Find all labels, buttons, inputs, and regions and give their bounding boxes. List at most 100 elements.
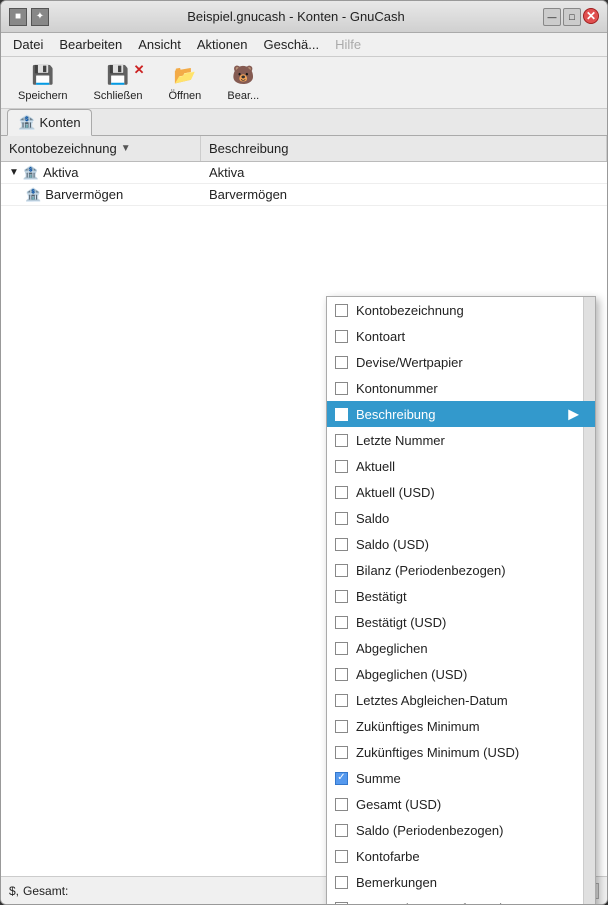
close-file-icon: 💾 <box>106 64 130 88</box>
dropdown-item-aktuell-usd[interactable]: Aktuell (USD) <box>327 479 595 505</box>
col-header-kontobezeichnung[interactable]: Kontobezeichnung ▼ <box>1 136 201 161</box>
dropdown-item-letzte-nummer[interactable]: Letzte Nummer <box>327 427 595 453</box>
toolbar-bear[interactable]: 🐻 Bear... <box>218 59 268 107</box>
dropdown-item-bestaetigt[interactable]: Bestätigt <box>327 583 595 609</box>
dropdown-item-kontonummer[interactable]: Kontonummer <box>327 375 595 401</box>
close-button[interactable]: ✕ <box>583 8 599 24</box>
dropdown-label-zukuenftiges-min: Zukünftiges Minimum <box>356 719 480 734</box>
checkbox-kontobezeichnung[interactable] <box>335 304 348 317</box>
window-controls: — □ ✕ <box>543 8 599 26</box>
currency-symbol: $, <box>9 884 19 898</box>
dropdown-label-bemerkungen: Bemerkungen <box>356 875 437 890</box>
menu-geschaeft[interactable]: Geschä... <box>255 35 327 54</box>
checkbox-bestaetigt-usd[interactable] <box>335 616 348 629</box>
checkbox-aktuell[interactable] <box>335 460 348 473</box>
dropdown-item-beschreibung[interactable]: Beschreibung▶ <box>327 401 595 427</box>
minimize-button[interactable]: — <box>543 8 561 26</box>
tab-konten[interactable]: 🏦 Konten <box>7 109 92 136</box>
checkbox-abgeglichen-usd[interactable] <box>335 668 348 681</box>
save-icon: 💾 <box>31 64 55 88</box>
checkbox-letztes-abgleichen[interactable] <box>335 694 348 707</box>
checkbox-letzte-nummer[interactable] <box>335 434 348 447</box>
toolbar-bear-label: Bear... <box>227 90 259 102</box>
maximize-button[interactable]: □ <box>563 8 581 26</box>
checkbox-devise[interactable] <box>335 356 348 369</box>
selection-arrow-icon: ▶ <box>568 406 579 423</box>
checkbox-gesamt-usd[interactable] <box>335 798 348 811</box>
menu-hilfe[interactable]: Hilfe <box>327 35 369 54</box>
dropdown-item-abgeglichen-usd[interactable]: Abgeglichen (USD) <box>327 661 595 687</box>
dropdown-item-gesamt-usd[interactable]: Gesamt (USD) <box>327 791 595 817</box>
toolbar-oeffnen[interactable]: 📂 Öffnen <box>159 59 210 107</box>
dropdown-item-aktuell[interactable]: Aktuell <box>327 453 595 479</box>
checkbox-beschreibung[interactable] <box>335 408 348 421</box>
dropdown-item-bemerkungen[interactable]: Bemerkungen <box>327 869 595 895</box>
dropdown-item-zukuenftiges-min-usd[interactable]: Zukünftiges Minimum (USD) <box>327 739 595 765</box>
menu-bearbeiten[interactable]: Bearbeiten <box>51 35 130 54</box>
checkbox-aktuell-usd[interactable] <box>335 486 348 499</box>
dropdown-label-abgeglichen-usd: Abgeglichen (USD) <box>356 667 467 682</box>
toolbar-speichern-label: Speichern <box>18 90 68 102</box>
dropdown-item-bilanz[interactable]: Bilanz (Periodenbezogen) <box>327 557 595 583</box>
menu-aktionen[interactable]: Aktionen <box>189 35 256 54</box>
cell-aktiva-desc: Aktiva <box>201 165 252 180</box>
dropdown-label-saldo-usd: Saldo (USD) <box>356 537 429 552</box>
tab-konten-label: Konten <box>39 115 80 130</box>
dropdown-label-kontobezeichnung: Kontobezeichnung <box>356 303 464 318</box>
dropdown-item-saldo[interactable]: Saldo <box>327 505 595 531</box>
dropdown-label-aktuell-usd: Aktuell (USD) <box>356 485 435 500</box>
dropdown-item-summe[interactable]: Summe <box>327 765 595 791</box>
checkbox-bestaetigt[interactable] <box>335 590 348 603</box>
column-chooser-dropdown: Kontobezeichnung KontoartDevise/Wertpapie… <box>326 296 596 904</box>
dropdown-item-saldo-periodenbezogen[interactable]: Saldo (Periodenbezogen) <box>327 817 595 843</box>
app-icon-1: ■ <box>9 8 27 26</box>
dropdown-item-devise[interactable]: Devise/Wertpapier <box>327 349 595 375</box>
dropdown-item-saldo-usd[interactable]: Saldo (USD) <box>327 531 595 557</box>
dropdown-item-kontofarbe[interactable]: Kontofarbe <box>327 843 595 869</box>
gesamt-label: Gesamt: <box>23 884 68 898</box>
dropdown-item-kontobezeichnung[interactable]: Kontobezeichnung <box>327 297 595 323</box>
toolbar-schliessen[interactable]: 💾 ✕ Schließen <box>85 59 152 107</box>
checkbox-kontofarbe[interactable] <box>335 850 348 863</box>
checkbox-saldo-periodenbezogen[interactable] <box>335 824 348 837</box>
dropdown-item-zukuenftiges-min[interactable]: Zukünftiges Minimum <box>327 713 595 739</box>
checkbox-zukuenftiges-min[interactable] <box>335 720 348 733</box>
checkbox-bemerkungen[interactable] <box>335 876 348 889</box>
dropdown-item-steuerrelevant[interactable]: Steuerrelevante Information <box>327 895 595 904</box>
table-row[interactable]: 🏦 Barvermögen Barvermögen <box>1 184 607 206</box>
cell-aktiva-name: ▼ 🏦 Aktiva <box>1 165 201 181</box>
dropdown-item-letztes-abgleichen[interactable]: Letztes Abgleichen-Datum <box>327 687 595 713</box>
main-window: ■ ✦ Beispiel.gnucash - Konten - GnuCash … <box>0 0 608 905</box>
checkbox-zukuenftiges-min-usd[interactable] <box>335 746 348 759</box>
bear-icon: 🐻 <box>231 64 255 88</box>
table-row[interactable]: ▼ 🏦 Aktiva Aktiva <box>1 162 607 184</box>
checkbox-steuerrelevant[interactable] <box>335 902 348 905</box>
dropdown-label-abgeglichen: Abgeglichen <box>356 641 428 656</box>
dropdown-label-saldo: Saldo <box>356 511 389 526</box>
dropdown-item-abgeglichen[interactable]: Abgeglichen <box>327 635 595 661</box>
menu-datei[interactable]: Datei <box>5 35 51 54</box>
cell-barverm-desc: Barvermögen <box>201 187 295 202</box>
checkbox-bilanz[interactable] <box>335 564 348 577</box>
checkbox-kontonummer[interactable] <box>335 382 348 395</box>
col-header-beschreibung[interactable]: Beschreibung <box>201 136 607 161</box>
window-title: Beispiel.gnucash - Konten - GnuCash <box>49 9 543 24</box>
checkbox-summe[interactable] <box>335 772 348 785</box>
toolbar-speichern[interactable]: 💾 Speichern <box>9 59 77 107</box>
menu-ansicht[interactable]: Ansicht <box>130 35 189 54</box>
dropdown-label-zukuenftiges-min-usd: Zukünftiges Minimum (USD) <box>356 745 519 760</box>
checkbox-saldo[interactable] <box>335 512 348 525</box>
titlebar-left-icons: ■ ✦ <box>9 8 49 26</box>
cell-barverm-name: 🏦 Barvermögen <box>1 187 201 203</box>
checkbox-abgeglichen[interactable] <box>335 642 348 655</box>
dropdown-label-bestaetigt-usd: Bestätigt (USD) <box>356 615 446 630</box>
dropdown-item-kontoart[interactable]: Kontoart <box>327 323 595 349</box>
sort-arrow-icon: ▼ <box>121 143 131 154</box>
main-content: Kontobezeichnung ▼ Beschreibung ▼ 🏦 Akti… <box>1 136 607 904</box>
dropdown-item-bestaetigt-usd[interactable]: Bestätigt (USD) <box>327 609 595 635</box>
close-x-mark: ✕ <box>134 62 145 78</box>
checkbox-saldo-usd[interactable] <box>335 538 348 551</box>
checkbox-kontoart[interactable] <box>335 330 348 343</box>
dropdown-label-bestaetigt: Bestätigt <box>356 589 407 604</box>
dropdown-label-letztes-abgleichen: Letztes Abgleichen-Datum <box>356 693 508 708</box>
